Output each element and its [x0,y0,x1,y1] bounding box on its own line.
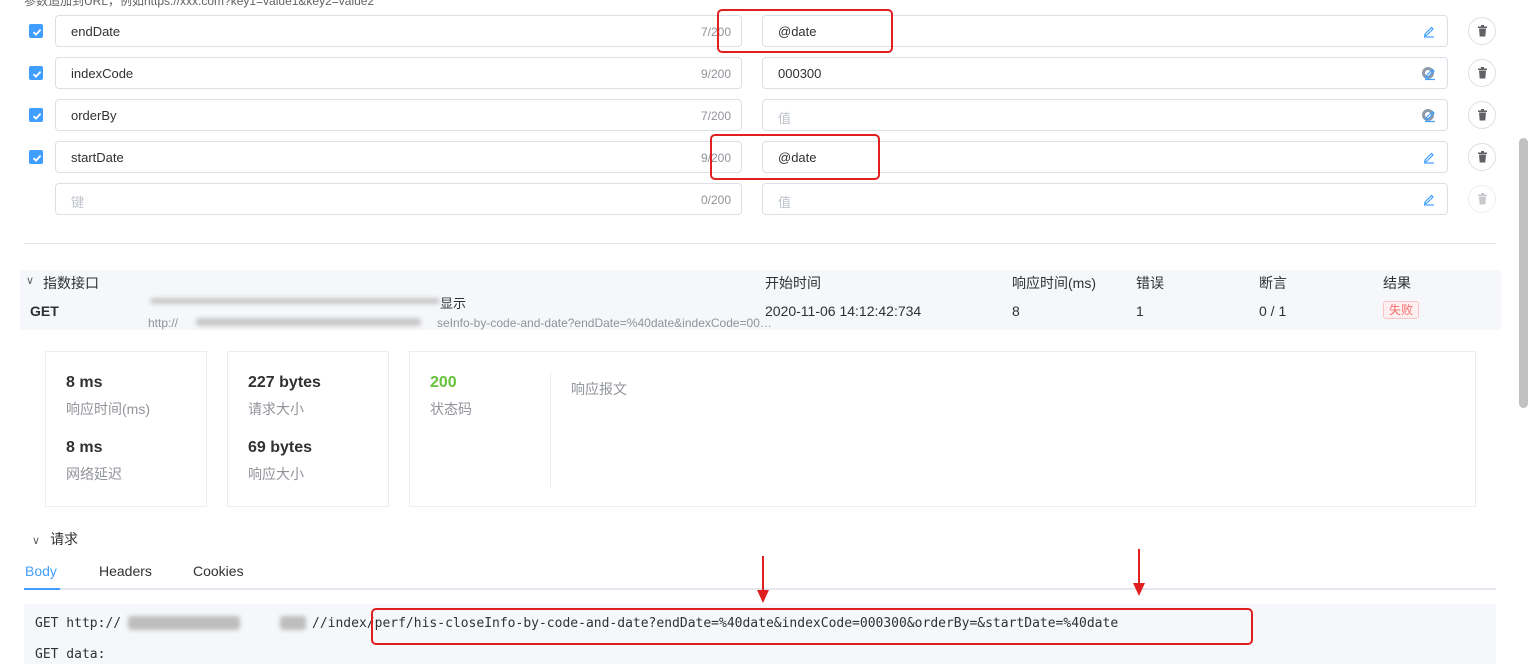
param-key-input[interactable]: indexCode 9/200 [55,57,742,89]
size-card: 227 bytes 请求大小 69 bytes 响应大小 [227,351,389,507]
collapse-chevron-icon: ∨ [32,535,41,547]
col-errors: 错误 [1136,275,1164,291]
params-hint: 参数追加到URL，例如https://xxx.com?key1=value1&k… [24,0,375,8]
group-title: 指数接口 [43,275,99,291]
request-size-metric: 227 bytes [248,374,321,391]
request-section-toggle[interactable]: ∨ 请求 [32,529,78,549]
assertions-value: 0 / 1 [1259,303,1287,319]
delete-param-button[interactable] [1468,17,1496,45]
param-key-text: endDate [71,24,121,39]
delete-param-button[interactable] [1468,143,1496,171]
annotation-arrow-icon [757,556,769,603]
response-time-label: 响应时间(ms) [66,401,150,417]
redacted-name [150,298,440,304]
trash-icon [1478,25,1487,37]
trash-icon [1478,151,1487,163]
request-url: http:// [148,316,179,330]
pencil-icon[interactable] [1421,191,1437,207]
tab-body[interactable]: Body [25,563,57,579]
param-key-input[interactable]: orderBy 7/200 [55,99,742,131]
pencil-icon[interactable] [1421,23,1437,39]
new-param-row: 键 0/200 值 [0,183,1520,215]
param-enabled-checkbox[interactable] [29,66,43,80]
col-result: 结果 [1383,275,1411,291]
param-key-text: startDate [71,150,124,165]
status-badge: 失败 [1383,301,1420,319]
response-size-label: 响应大小 [248,466,304,482]
char-counter: 9/200 [700,67,731,81]
pencil-icon[interactable] [1421,149,1437,165]
char-counter: 7/200 [700,109,731,123]
request-name: 显示 [440,296,467,311]
response-card: 200 状态码 响应报文 [409,351,1476,507]
method-label: GET [30,303,59,319]
param-value-text: 000300 [778,66,822,81]
request-section-title: 请求 [50,531,79,547]
annotation-highlight-box [371,608,1253,645]
pencil-overlap-icon[interactable] [1421,65,1437,81]
redacted-host [128,616,240,630]
redacted-host [280,616,306,630]
value-placeholder: 值 [778,195,792,210]
col-start-time: 开始时间 [765,275,821,291]
param-enabled-checkbox[interactable] [29,24,43,38]
col-assertions: 断言 [1259,275,1287,291]
response-time-metric: 8 ms [66,374,103,391]
col-response-time: 响应时间(ms) [1012,275,1096,291]
collapse-chevron-icon[interactable]: ∨ [26,274,34,287]
new-param-value-input[interactable]: 值 [762,183,1448,215]
card-divider [550,372,551,487]
start-time-value: 2020-11-06 14:12:42:734 [765,303,922,319]
tab-cookies[interactable]: Cookies [193,563,244,579]
param-row: indexCode 9/200 000300 [0,57,1520,89]
trash-icon [1478,67,1487,79]
key-placeholder: 键 [71,195,85,210]
param-key-input[interactable]: endDate 7/200 [55,15,742,47]
status-code: 200 [430,374,457,391]
timing-card: 8 ms 响应时间(ms) 8 ms 网络延迟 [45,351,207,507]
param-key-text: indexCode [71,66,134,81]
delete-param-button[interactable] [1468,59,1496,87]
status-code-label: 状态码 [430,401,472,417]
trash-icon [1478,109,1487,121]
param-value-input[interactable]: 000300 [762,57,1448,89]
result-row[interactable]: ∨ 指数接口 GET 显示 http:// seInfo-by-code-and… [20,270,1501,330]
char-counter: 0/200 [700,193,731,207]
redacted-host [196,318,421,326]
request-size-label: 请求大小 [248,401,304,417]
section-divider [24,243,1496,244]
request-data-line: GET data: [35,647,106,662]
param-key-text: orderBy [71,108,117,123]
response-size-metric: 69 bytes [248,439,313,456]
annotation-highlight-box [710,134,880,180]
new-param-key-input[interactable]: 键 0/200 [55,183,742,215]
vertical-scrollbar[interactable] [1519,138,1528,408]
tab-headers[interactable]: Headers [99,563,152,579]
response-body-label: 响应报文 [571,381,627,397]
param-value-input[interactable]: 值 [762,99,1448,131]
param-value-placeholder: 值 [778,111,792,126]
annotation-highlight-box [717,9,893,53]
request-line: GET http:// [35,616,122,631]
param-key-input[interactable]: startDate 9/200 [55,141,742,173]
active-tab-indicator [24,588,60,590]
delete-param-button[interactable] [1468,101,1496,129]
param-enabled-checkbox[interactable] [29,108,43,122]
param-enabled-checkbox[interactable] [29,150,43,164]
request-url-tail: seInfo-by-code-and-date?endDate=%40date&… [437,316,772,330]
delete-param-button[interactable] [1468,185,1496,213]
latency-metric: 8 ms [66,439,103,456]
latency-label: 网络延迟 [66,466,122,482]
param-row: orderBy 7/200 值 [0,99,1520,131]
response-time-value: 8 [1012,303,1020,319]
errors-value: 1 [1136,303,1144,319]
pencil-overlap-icon[interactable] [1421,107,1437,123]
annotation-arrow-icon [1133,549,1145,596]
trash-icon [1478,193,1487,205]
